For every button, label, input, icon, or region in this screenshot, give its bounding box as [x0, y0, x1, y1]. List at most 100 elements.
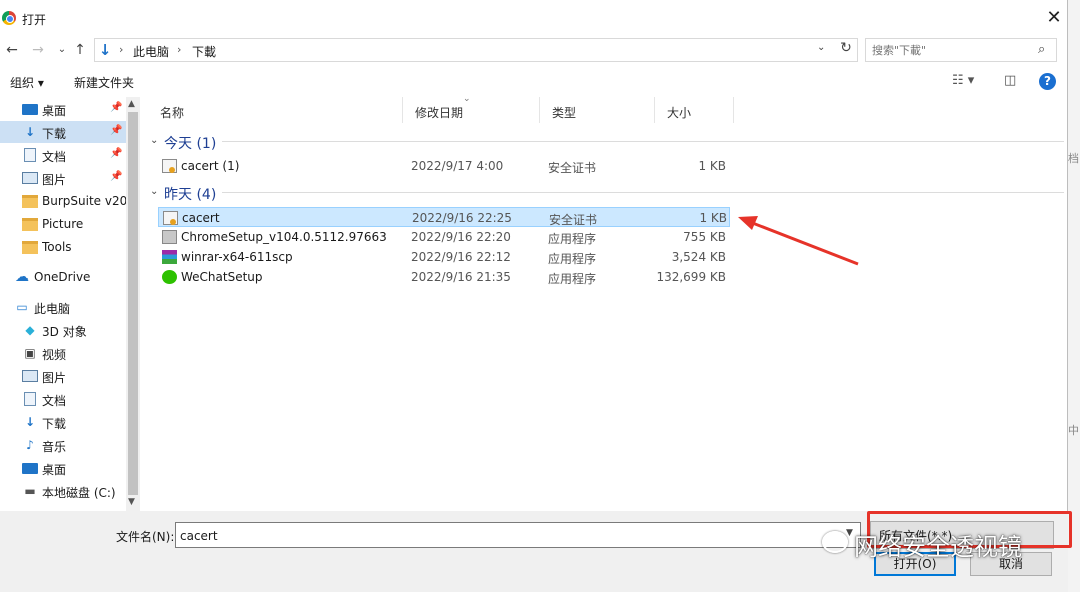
scroll-up-arrow-icon[interactable]: ▲ [128, 99, 135, 109]
watermark-text: 网络安全透视镜 [854, 533, 1022, 561]
pin-icon[interactable]: 📌 [110, 148, 122, 159]
sidebar-item-onedrive[interactable]: ☁ OneDrive [0, 266, 126, 288]
column-header-type[interactable]: 类型 [540, 97, 655, 123]
file-date: 2022/9/16 22:12 [411, 250, 511, 264]
sidebar-item-label: 此电脑 [34, 302, 71, 316]
file-row-selected[interactable]: cacert 2022/9/16 22:25 安全证书 1 KB [158, 207, 730, 227]
sidebar-item-burpsuite[interactable]: BurpSuite v202 [0, 190, 126, 212]
music-icon: ♪ [26, 438, 34, 452]
breadcrumb-this-pc[interactable]: 此电脑 [133, 43, 169, 60]
file-size: 755 KB [683, 230, 726, 244]
column-header-label: 修改日期 [415, 106, 464, 120]
organize-menu-button[interactable]: 组织 ▾ [10, 74, 44, 91]
winrar-icon [162, 250, 177, 264]
pin-icon[interactable]: 📌 [110, 125, 122, 136]
file-name: WeChatSetup [181, 270, 263, 284]
file-size: 1 KB [699, 211, 727, 225]
sidebar-item-music[interactable]: ♪ 音乐 [0, 434, 126, 456]
file-name: cacert [182, 211, 220, 225]
sidebar-item-label: 文档 [42, 394, 67, 408]
refresh-icon[interactable]: ↻ [836, 40, 856, 56]
watermark: 网络安全透视镜 [822, 527, 1062, 561]
scroll-down-arrow-icon[interactable]: ▼ [128, 497, 135, 507]
sidebar-item-downloads-pc[interactable]: ↓ 下载 [0, 411, 126, 433]
close-icon[interactable]: ✕ [1040, 6, 1068, 30]
sidebar-item-label: Picture [42, 217, 84, 231]
search-box[interactable]: ⌕ [865, 38, 1057, 62]
folder-icon [22, 195, 38, 208]
title-bar: 打开 ✕ [0, 0, 1068, 36]
sidebar-item-pictures[interactable]: 图片 📌 [0, 167, 126, 189]
file-row[interactable]: WeChatSetup 2022/9/16 21:35 应用程序 132,699… [158, 267, 730, 287]
column-header-date[interactable]: 修改日期 ⌄ [403, 94, 540, 123]
new-folder-button[interactable]: 新建文件夹 [74, 74, 134, 91]
navigation-bar: ← → ⌄ ↑ ↓ › 此电脑 › 下載 ⌄ ↻ ⌕ [0, 36, 1068, 64]
video-icon: ▣ [24, 346, 36, 360]
recent-locations-chevron-icon[interactable]: ⌄ [52, 40, 72, 60]
search-icon[interactable]: ⌕ [1038, 42, 1045, 57]
desktop-icon [22, 104, 38, 115]
installer-icon [162, 230, 177, 244]
sidebar-item-label: 桌面 [42, 104, 67, 118]
sidebar-item-downloads[interactable]: ↓ 下载 📌 [0, 121, 126, 143]
column-header-label: 大小 [667, 106, 692, 120]
collapse-chevron-icon[interactable]: ⌄ [150, 135, 158, 146]
group-divider [222, 192, 1064, 193]
sidebar-item-documents[interactable]: 文档 📌 [0, 144, 126, 166]
address-bar[interactable]: ↓ › 此电脑 › 下載 ⌄ ↻ [94, 38, 858, 62]
document-icon [24, 392, 36, 406]
certificate-icon [162, 159, 177, 173]
sidebar-item-label: 图片 [42, 173, 67, 187]
address-dropdown-chevron-icon[interactable]: ⌄ [817, 42, 825, 53]
column-header-name[interactable]: 名称 [148, 97, 403, 123]
sidebar-scrollbar[interactable]: ▲ ▼ [126, 97, 140, 511]
download-location-icon: ↓ [98, 41, 112, 59]
preview-pane-icon[interactable]: ◫ [1004, 73, 1016, 88]
breadcrumb-downloads[interactable]: 下載 [192, 43, 216, 60]
view-options-icon[interactable]: ☷ ▾ [952, 73, 974, 88]
sidebar-item-pictures-pc[interactable]: 图片 [0, 365, 126, 387]
sidebar-item-documents-pc[interactable]: 文档 [0, 388, 126, 410]
file-type: 安全证书 [549, 213, 598, 227]
sidebar-item-local-disk[interactable]: ▬ 本地磁盘 (C:) [0, 480, 126, 502]
file-row[interactable]: winrar-x64-611scp 2022/9/16 22:12 应用程序 3… [158, 247, 730, 267]
breadcrumb-separator-icon[interactable]: › [177, 43, 181, 56]
help-icon[interactable]: ? [1039, 73, 1056, 90]
sidebar-item-desktop[interactable]: 桌面 📌 [0, 98, 126, 120]
sidebar-item-label: 视频 [42, 348, 67, 362]
computer-icon: ▭ [16, 300, 28, 314]
file-date: 2022/9/16 21:35 [411, 270, 511, 284]
sidebar-item-desktop-pc[interactable]: 桌面 [0, 457, 126, 479]
background-text-fragment: 中 [1068, 424, 1079, 437]
search-input[interactable] [872, 42, 1032, 58]
file-row[interactable]: ChromeSetup_v104.0.5112.97663 2022/9/16 … [158, 227, 730, 247]
file-type: 应用程序 [548, 272, 597, 286]
breadcrumb-separator-icon[interactable]: › [119, 43, 123, 56]
sidebar-item-tools[interactable]: Tools [0, 236, 126, 258]
group-header-today[interactable]: ⌄ 今天 (1) [148, 130, 1064, 154]
download-icon: ↓ [24, 125, 36, 139]
scrollbar-thumb[interactable] [128, 112, 138, 495]
group-header-yesterday[interactable]: ⌄ 昨天 (4) [148, 181, 1064, 205]
sidebar-item-picture-folder[interactable]: Picture [0, 213, 126, 235]
column-header-size[interactable]: 大小 [655, 97, 734, 123]
pin-icon[interactable]: 📌 [110, 171, 122, 182]
forward-arrow-icon[interactable]: → [28, 40, 48, 60]
onedrive-icon: ☁ [15, 269, 29, 285]
column-header-label: 名称 [160, 106, 185, 120]
sidebar-item-3d-objects[interactable]: ◆ 3D 对象 [0, 319, 126, 341]
filename-input[interactable]: cacert [175, 522, 861, 548]
back-arrow-icon[interactable]: ← [2, 40, 22, 60]
collapse-chevron-icon[interactable]: ⌄ [150, 186, 158, 197]
file-row[interactable]: cacert (1) 2022/9/17 4:00 安全证书 1 KB [158, 156, 730, 176]
up-arrow-icon[interactable]: ↑ [70, 40, 90, 60]
file-list: 名称 修改日期 ⌄ 类型 大小 ⌄ 今天 (1) cacert (1) 2022… [148, 94, 1068, 511]
sidebar-item-this-pc[interactable]: ▭ 此电脑 [0, 296, 126, 318]
sidebar-item-label: 下载 [42, 127, 67, 141]
picture-icon [22, 370, 38, 382]
download-icon: ↓ [24, 415, 36, 429]
column-header-label: 类型 [552, 106, 577, 120]
pin-icon[interactable]: 📌 [110, 102, 122, 113]
drive-icon: ▬ [24, 484, 36, 498]
sidebar-item-videos[interactable]: ▣ 视频 [0, 342, 126, 364]
